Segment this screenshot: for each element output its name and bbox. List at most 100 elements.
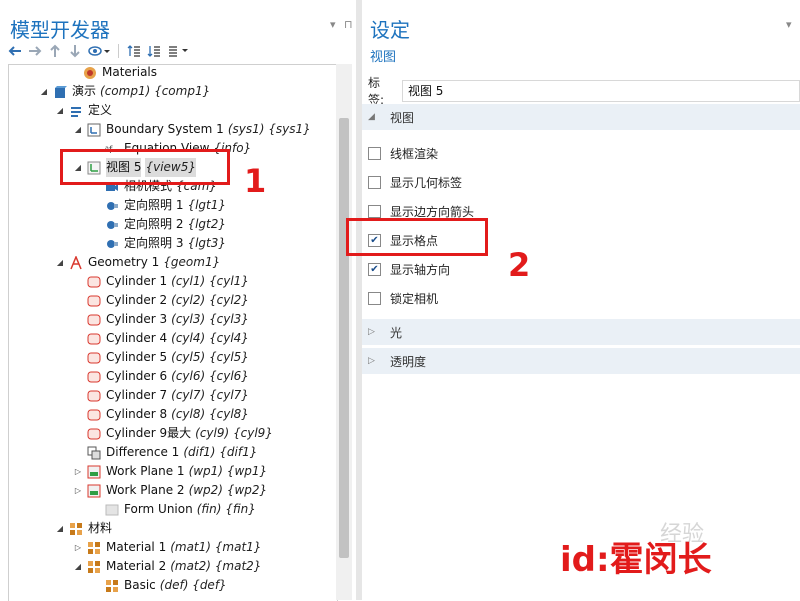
- option-row[interactable]: ✔ 显示轴方向: [368, 261, 450, 278]
- component-icon: [53, 85, 67, 99]
- collapse-arrow-icon[interactable]: ◢: [73, 120, 83, 139]
- option-row[interactable]: 锁定相机: [368, 290, 438, 307]
- geometry-icon: [69, 255, 83, 270]
- tree-item-tag: {lgt3}: [187, 236, 227, 250]
- section-view-title: 视图: [390, 110, 415, 125]
- tree-item-label: Geometry 1: [88, 255, 160, 269]
- tree-item-tag: {geom1}: [163, 255, 221, 269]
- tree-item-tag: (mat2) {mat2}: [170, 559, 262, 573]
- expand-arrow-icon[interactable]: ▷: [73, 538, 83, 557]
- tree-item[interactable]: ◢ Geometry 1 {geom1}: [55, 253, 220, 272]
- section-collapsed-icon: ▷: [368, 327, 375, 337]
- tree-item[interactable]: Cylinder 5 (cyl5) {cyl5}: [73, 348, 249, 367]
- tree-item[interactable]: 定向照明 1 {lgt1}: [91, 196, 226, 215]
- pane-menu-icon[interactable]: ▾: [330, 18, 336, 31]
- tree-item[interactable]: Cylinder 7 (cyl7) {cyl7}: [73, 386, 249, 405]
- tree-item[interactable]: Cylinder 3 (cyl3) {cyl3}: [73, 310, 249, 329]
- tree-item-label: Cylinder 3: [106, 312, 168, 326]
- annotation-number-2: 2: [508, 246, 531, 284]
- cylinder-icon: [87, 370, 101, 384]
- tree-item-tag: (cyl3) {cyl3}: [171, 312, 249, 326]
- tree-item[interactable]: Cylinder 2 (cyl2) {cyl2}: [73, 291, 249, 310]
- settings-pane: 设定 ▾ 视图 标签: 视图 5 ◢ 视图 线框渲染 显示几何标签 显示边方向箭头 ✔…: [362, 0, 800, 600]
- tree-item-label: Form Union: [124, 502, 193, 516]
- collapse-arrow-icon[interactable]: ◢: [73, 557, 83, 576]
- tree-item-tag: (mat1) {mat1}: [170, 540, 262, 554]
- pane-pin-icon[interactable]: ⊓: [344, 18, 353, 31]
- view-options-icon[interactable]: [88, 43, 110, 59]
- section-expanded-icon: ◢: [368, 112, 375, 122]
- option-label: 显示几何标签: [390, 176, 463, 190]
- expand-arrow-icon[interactable]: ▷: [73, 462, 83, 481]
- option-row[interactable]: 显示几何标签: [368, 174, 462, 191]
- settings-menu-icon[interactable]: ▾: [786, 18, 792, 31]
- tree-item[interactable]: Cylinder 4 (cyl4) {cyl4}: [73, 329, 249, 348]
- up-icon[interactable]: [48, 43, 62, 59]
- tree-item[interactable]: Cylinder 8 (cyl8) {cyl8}: [73, 405, 249, 424]
- tree-item[interactable]: Form Union (fin) {fin}: [91, 500, 256, 519]
- checkbox-unchecked[interactable]: [368, 205, 381, 218]
- tree-item-tag: (cyl4) {cyl4}: [171, 331, 249, 345]
- expand-arrow-icon[interactable]: ▷: [73, 481, 83, 500]
- tree-item-label: Materials: [102, 65, 158, 79]
- tree-item-tag: (cyl5) {cyl5}: [171, 350, 249, 364]
- tree-item[interactable]: Cylinder 1 (cyl1) {cyl1}: [73, 272, 249, 291]
- tree-item[interactable]: 定向照明 3 {lgt3}: [91, 234, 226, 253]
- tree-item[interactable]: ◢ 定义: [55, 101, 112, 120]
- model-tree: Materials ◢ 演示 (comp1) {comp1} ◢ 定义 ◢ Boundary …: [8, 64, 338, 601]
- collapse-arrow-icon[interactable]: ◢: [39, 82, 49, 101]
- tree-item-tag: (cyl2) {cyl2}: [171, 293, 249, 307]
- collapse-arrow-icon[interactable]: ◢: [55, 101, 65, 120]
- show-more-icon[interactable]: [167, 43, 189, 59]
- tree-item[interactable]: ▷ Work Plane 1 (wp1) {wp1}: [73, 462, 267, 481]
- tree-item-label: 定义: [88, 103, 113, 117]
- checkbox-unchecked[interactable]: [368, 176, 381, 189]
- tree-item[interactable]: 定向照明 2 {lgt2}: [91, 215, 226, 234]
- back-icon[interactable]: [8, 43, 22, 59]
- formunion-icon: [105, 503, 119, 517]
- material-icon: [87, 541, 101, 555]
- tree-scrollbar-thumb[interactable]: [339, 118, 349, 558]
- settings-subtitle: 视图: [370, 50, 397, 65]
- cylinder-icon: [87, 427, 101, 441]
- workplane-icon: [87, 465, 101, 479]
- expand-all-icon[interactable]: [127, 43, 141, 59]
- tree-item[interactable]: Difference 1 (dif1) {dif1}: [73, 443, 257, 462]
- tree-item[interactable]: Cylinder 6 (cyl6) {cyl6}: [73, 367, 249, 386]
- collapse-all-icon[interactable]: [147, 43, 161, 59]
- tree-item-label: 定向照明 1: [124, 198, 184, 212]
- collapse-arrow-icon[interactable]: ◢: [55, 519, 65, 538]
- option-label: 锁定相机: [390, 292, 439, 306]
- forward-icon[interactable]: [28, 43, 42, 59]
- section-transparency-header[interactable]: ▷ 透明度: [362, 348, 800, 374]
- down-icon[interactable]: [68, 43, 82, 59]
- checkbox-checked[interactable]: ✔: [368, 263, 381, 276]
- material-icon: [69, 522, 83, 536]
- tree-item-label: Cylinder 1: [106, 274, 168, 288]
- section-light-header[interactable]: ▷ 光: [362, 319, 800, 345]
- option-label: 显示轴方向: [390, 263, 451, 277]
- tree-item[interactable]: Cylinder 9最大 (cyl9) {cyl9}: [73, 424, 273, 443]
- tree-item[interactable]: Basic (def) {def}: [91, 576, 227, 595]
- checkbox-unchecked[interactable]: [368, 292, 381, 305]
- tree-item-label: Cylinder 2: [106, 293, 168, 307]
- tree-item[interactable]: ◢ Material 2 (mat2) {mat2}: [73, 557, 262, 576]
- checkbox-unchecked[interactable]: [368, 147, 381, 160]
- option-row[interactable]: 线框渲染: [368, 145, 438, 162]
- tree-item[interactable]: ◢ 材料: [55, 519, 112, 538]
- annotation-number-1: 1: [244, 162, 267, 200]
- tree-item-label: Work Plane 1: [106, 464, 185, 478]
- section-transparency-title: 透明度: [390, 354, 427, 369]
- tree-item-tag: {lgt2}: [187, 217, 227, 231]
- tree-item-tag: (cyl6) {cyl6}: [171, 369, 249, 383]
- label-input[interactable]: 视图 5: [401, 80, 800, 102]
- tree-item[interactable]: ◢ 演示 (comp1) {comp1}: [39, 82, 210, 101]
- tree-item-tag: (cyl1) {cyl1}: [171, 274, 249, 288]
- collapse-arrow-icon[interactable]: ◢: [55, 253, 65, 272]
- tree-item[interactable]: Materials: [69, 65, 158, 82]
- tree-item[interactable]: ◢ Boundary System 1 (sys1) {sys1}: [73, 120, 311, 139]
- tree-item[interactable]: ▷ Material 1 (mat1) {mat1}: [73, 538, 262, 557]
- light-icon: [105, 237, 119, 251]
- tree-item[interactable]: ▷ Work Plane 2 (wp2) {wp2}: [73, 481, 267, 500]
- section-view-header[interactable]: ◢ 视图: [362, 104, 800, 130]
